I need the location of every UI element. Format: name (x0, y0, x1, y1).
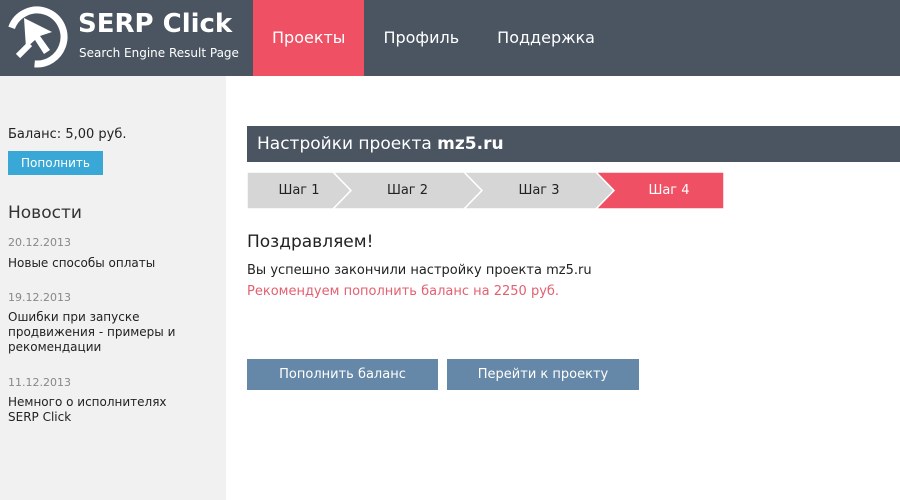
nav-item-projects[interactable]: Проекты (253, 0, 365, 76)
top-nav: Проекты Профиль Поддержка (253, 0, 614, 76)
page-title-prefix: Настройки проекта (257, 134, 438, 154)
news-link[interactable]: Новые способы оплаты (8, 256, 208, 271)
topup-balance-button[interactable]: Пополнить баланс (247, 359, 438, 390)
recommend-message: Рекомендуем пополнить баланс на 2250 руб… (247, 284, 560, 299)
nav-item-support[interactable]: Поддержка (478, 0, 614, 76)
news-date: 11.12.2013 (8, 376, 71, 389)
news-date: 19.12.2013 (8, 291, 71, 304)
step-2[interactable]: Шаг 2 (351, 172, 464, 209)
logo[interactable]: SERP Click Search Engine Result Page (0, 0, 253, 76)
balance-text: Баланс: 5,00 руб. (8, 127, 127, 142)
news-heading: Новости (8, 203, 82, 223)
news-date: 20.12.2013 (8, 236, 71, 249)
step-4[interactable]: Шаг 4 (614, 172, 724, 209)
news-link[interactable]: Ошибки при запуске продвижения - примеры… (8, 310, 178, 355)
step-1[interactable]: Шаг 1 (247, 172, 351, 209)
project-name: mz5.ru (437, 134, 504, 154)
cursor-sickle-logo-icon (6, 6, 68, 68)
app-subtitle: Search Engine Result Page (79, 46, 239, 60)
page-title: Настройки проекта mz5.ru (247, 126, 900, 162)
sidebar: Баланс: 5,00 руб. Пополнить Новости 20.1… (0, 76, 226, 500)
app-title: SERP Click (78, 9, 233, 39)
step-3[interactable]: Шаг 3 (482, 172, 596, 209)
news-link[interactable]: Немного о исполнителях SERP Click (8, 395, 198, 425)
go-to-project-button[interactable]: Перейти к проекту (447, 359, 639, 390)
header: SERP Click Search Engine Result Page Про… (0, 0, 900, 76)
success-message: Вы успешно закончили настройку проекта m… (247, 263, 592, 278)
congrats-heading: Поздравляем! (247, 232, 374, 252)
nav-item-profile[interactable]: Профиль (364, 0, 478, 76)
topup-button[interactable]: Пополнить (8, 151, 103, 175)
